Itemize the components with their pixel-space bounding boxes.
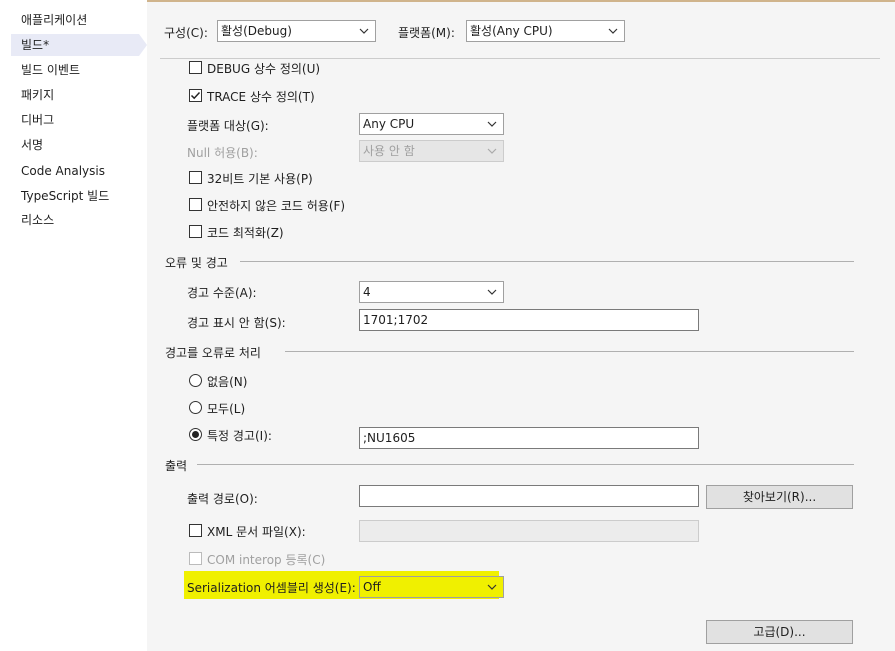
debug-const-label: DEBUG 상수 정의(U) — [207, 62, 321, 76]
nullable-value: 사용 안 함 — [363, 144, 415, 158]
specific-warnings-input[interactable]: ;NU1605 — [359, 427, 699, 449]
configuration-label: 구성(C): — [164, 26, 208, 40]
configuration-value: 활성(Debug) — [221, 24, 292, 38]
sidebar-item-typescript-build[interactable]: TypeScript 빌드 — [11, 185, 139, 207]
nullable-dropdown: 사용 안 함 — [359, 140, 504, 162]
nullable-label: Null 허용(B): — [187, 146, 258, 160]
property-page-sidebar: 애플리케이션 빌드* 빌드 이벤트 패키지 디버그 서명 Code Analys… — [0, 0, 147, 651]
sidebar-item-build-events[interactable]: 빌드 이벤트 — [11, 59, 139, 81]
optimize-code-checkbox[interactable] — [189, 225, 202, 238]
specific-warnings-value: ;NU1605 — [363, 431, 416, 445]
section-title: 오류 및 경고 — [165, 256, 228, 270]
optimize-code-label: 코드 최적화(Z) — [207, 226, 284, 240]
trace-const-checkbox[interactable] — [189, 89, 202, 102]
section-divider — [197, 464, 854, 465]
com-interop-label: COM interop 등록(C) — [207, 553, 326, 567]
output-path-input[interactable] — [359, 485, 699, 507]
section-title: 경고를 오류로 처리 — [165, 346, 261, 360]
warning-level-label: 경고 수준(A): — [187, 286, 257, 300]
treat-warnings-specific-label: 특정 경고(I): — [207, 429, 272, 443]
radio-selected-dot — [192, 431, 199, 438]
advanced-button[interactable]: 고급(D)... — [706, 620, 853, 644]
suppress-warnings-label: 경고 표시 안 함(S): — [187, 316, 286, 330]
build-properties-panel: 구성(C): 활성(Debug) 플랫폼(M): 활성(Any CPU) DEB… — [147, 0, 895, 651]
serialization-dropdown[interactable]: Off — [359, 576, 504, 598]
treat-warnings-section-header: 경고를 오류로 처리 — [165, 344, 855, 360]
sidebar-item-label: 빌드* — [21, 38, 50, 52]
settings-scroll-area[interactable]: DEBUG 상수 정의(U) TRACE 상수 정의(T) 플랫폼 대상(G):… — [147, 59, 895, 651]
sidebar-item-package[interactable]: 패키지 — [11, 84, 139, 106]
treat-warnings-all-label: 모두(L) — [207, 402, 246, 416]
sidebar-item-label: 리소스 — [21, 213, 55, 227]
treat-warnings-specific-radio[interactable] — [189, 428, 202, 441]
prefer-32bit-checkbox[interactable] — [189, 171, 202, 184]
sidebar-item-label: 패키지 — [21, 88, 55, 102]
trace-const-label: TRACE 상수 정의(T) — [207, 90, 315, 104]
sidebar-item-resources[interactable]: 리소스 — [11, 209, 139, 231]
unsafe-code-checkbox[interactable] — [189, 198, 202, 211]
output-path-label: 출력 경로(O): — [187, 492, 258, 506]
sidebar-item-label: 디버그 — [21, 113, 55, 127]
debug-const-checkbox[interactable] — [189, 61, 202, 74]
output-section-header: 출력 — [165, 457, 855, 473]
sidebar-item-code-analysis[interactable]: Code Analysis — [11, 160, 139, 182]
chevron-down-icon — [487, 289, 497, 295]
suppress-warnings-value: 1701;1702 — [363, 313, 429, 327]
sidebar-item-signing[interactable]: 서명 — [11, 134, 139, 156]
chevron-down-icon — [608, 28, 618, 34]
errors-warnings-section-header: 오류 및 경고 — [165, 254, 855, 270]
platform-target-value: Any CPU — [363, 117, 415, 131]
configuration-toolbar: 구성(C): 활성(Debug) 플랫폼(M): 활성(Any CPU) — [147, 2, 895, 58]
treat-warnings-none-label: 없음(N) — [207, 375, 248, 389]
chevron-down-icon — [487, 148, 497, 154]
platform-label: 플랫폼(M): — [398, 26, 455, 40]
prefer-32bit-label: 32비트 기본 사용(P) — [207, 172, 313, 186]
platform-target-label: 플랫폼 대상(G): — [187, 119, 269, 133]
xml-doc-label: XML 문서 파일(X): — [207, 525, 306, 539]
section-divider — [285, 351, 854, 352]
sidebar-item-label: Code Analysis — [21, 164, 105, 178]
browse-button[interactable]: 찾아보기(R)... — [706, 485, 853, 509]
warning-level-dropdown[interactable]: 4 — [359, 281, 504, 303]
platform-target-dropdown[interactable]: Any CPU — [359, 113, 504, 135]
chevron-down-icon — [487, 584, 497, 590]
sidebar-item-label: 빌드 이벤트 — [21, 63, 81, 77]
section-divider — [240, 261, 854, 262]
sidebar-item-label: TypeScript 빌드 — [21, 189, 110, 203]
chevron-down-icon — [359, 28, 369, 34]
sidebar-item-application[interactable]: 애플리케이션 — [11, 9, 139, 31]
platform-value: 활성(Any CPU) — [470, 24, 553, 38]
xml-doc-input — [359, 520, 699, 542]
suppress-warnings-input[interactable]: 1701;1702 — [359, 309, 699, 331]
serialization-label: Serialization 어셈블리 생성(E): — [187, 581, 356, 595]
sidebar-item-debug[interactable]: 디버그 — [11, 109, 139, 131]
chevron-down-icon — [487, 121, 497, 127]
configuration-dropdown[interactable]: 활성(Debug) — [217, 20, 376, 42]
sidebar-item-label: 서명 — [21, 138, 44, 152]
treat-warnings-all-radio[interactable] — [189, 401, 202, 414]
sidebar-item-build[interactable]: 빌드* — [11, 34, 147, 56]
section-title: 출력 — [165, 459, 188, 473]
warning-level-value: 4 — [363, 285, 371, 299]
sidebar-item-label: 애플리케이션 — [21, 13, 88, 27]
checkmark-icon — [190, 91, 201, 100]
xml-doc-checkbox[interactable] — [189, 524, 202, 537]
treat-warnings-none-radio[interactable] — [189, 374, 202, 387]
unsafe-code-label: 안전하지 않은 코드 허용(F) — [207, 199, 346, 213]
serialization-value: Off — [363, 580, 381, 594]
com-interop-checkbox — [189, 552, 202, 565]
platform-dropdown[interactable]: 활성(Any CPU) — [466, 20, 625, 42]
